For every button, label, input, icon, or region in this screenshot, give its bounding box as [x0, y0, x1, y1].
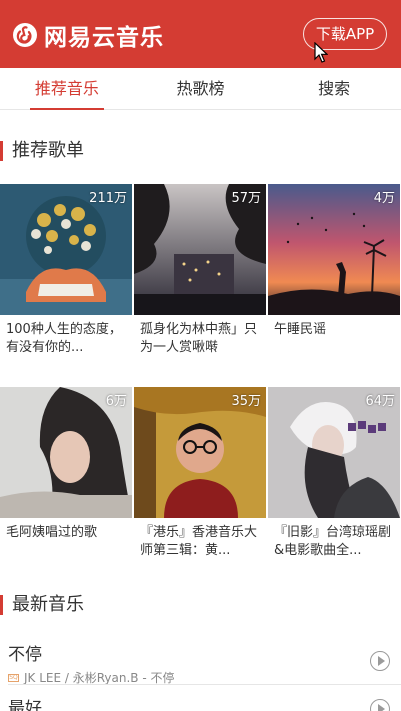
- playlist-cover: 4万: [268, 184, 400, 315]
- recommended-section-title: 推荐歌单: [0, 139, 84, 163]
- playlist-title: 『旧影』台湾琼瑶剧&电影歌曲全...: [274, 525, 392, 558]
- mouse-cursor-icon: [314, 42, 328, 63]
- song-item[interactable]: 不停 SQ JK LEE / 永彬Ryan.B - 不停: [0, 640, 401, 686]
- tab-hot-songs[interactable]: 热歌榜: [134, 68, 268, 109]
- playlist-cover: 6万: [0, 387, 132, 518]
- play-count: 57万: [231, 191, 261, 206]
- playlist-cover: 64万: [268, 387, 400, 518]
- play-count: 4万: [373, 191, 395, 206]
- logo[interactable]: 网易云音乐: [12, 20, 164, 51]
- playlist-title: 『港乐』香港音乐大师第三辑：黄...: [140, 525, 258, 558]
- playlist-cover: 211万: [0, 184, 132, 315]
- song-name: 不停: [8, 645, 42, 665]
- playlist-title: 100种人生的态度，有没有你的...: [6, 322, 122, 355]
- playlist-title: 毛阿姨唱过的歌: [6, 525, 98, 540]
- song-name: 最好: [8, 699, 42, 711]
- play-count: 211万: [89, 191, 127, 206]
- tab-search[interactable]: 搜索: [267, 68, 401, 109]
- netease-music-logo-icon: [13, 23, 37, 47]
- playlist-cover: 57万: [134, 184, 266, 315]
- main-tabs: 推荐音乐 热歌榜 搜索: [0, 68, 401, 110]
- playlist-card[interactable]: 6万 毛阿姨唱过的歌: [0, 387, 132, 560]
- latest-music-section-title: 最新音乐: [0, 593, 84, 617]
- playlist-card[interactable]: 4万 午睡民谣: [268, 184, 400, 357]
- app-header: 网易云音乐 下载APP: [0, 0, 401, 68]
- playlist-cover: 35万: [134, 387, 266, 518]
- logo-text: 网易云音乐: [44, 25, 164, 51]
- sq-quality-badge: SQ: [8, 673, 19, 682]
- playlist-card[interactable]: 35万 『港乐』香港音乐大师第三辑：黄...: [134, 387, 266, 560]
- play-icon[interactable]: [370, 651, 390, 671]
- tab-recommended[interactable]: 推荐音乐: [0, 68, 134, 110]
- play-count: 64万: [365, 394, 395, 409]
- playlist-card[interactable]: 64万 『旧影』台湾琼瑶剧&电影歌曲全...: [268, 387, 400, 560]
- play-count: 35万: [231, 394, 261, 409]
- play-count: 6万: [105, 394, 127, 409]
- list-divider: [8, 684, 401, 685]
- playlist-card[interactable]: 57万 孤身化为林中燕」只为一人赏啾啭: [134, 184, 266, 357]
- playlist-card[interactable]: 211万 100种人生的态度，有没有你的...: [0, 184, 132, 357]
- song-item[interactable]: 最好: [0, 694, 401, 711]
- playlist-title: 孤身化为林中燕」只为一人赏啾啭: [140, 322, 258, 355]
- playlist-title: 午睡民谣: [274, 322, 327, 337]
